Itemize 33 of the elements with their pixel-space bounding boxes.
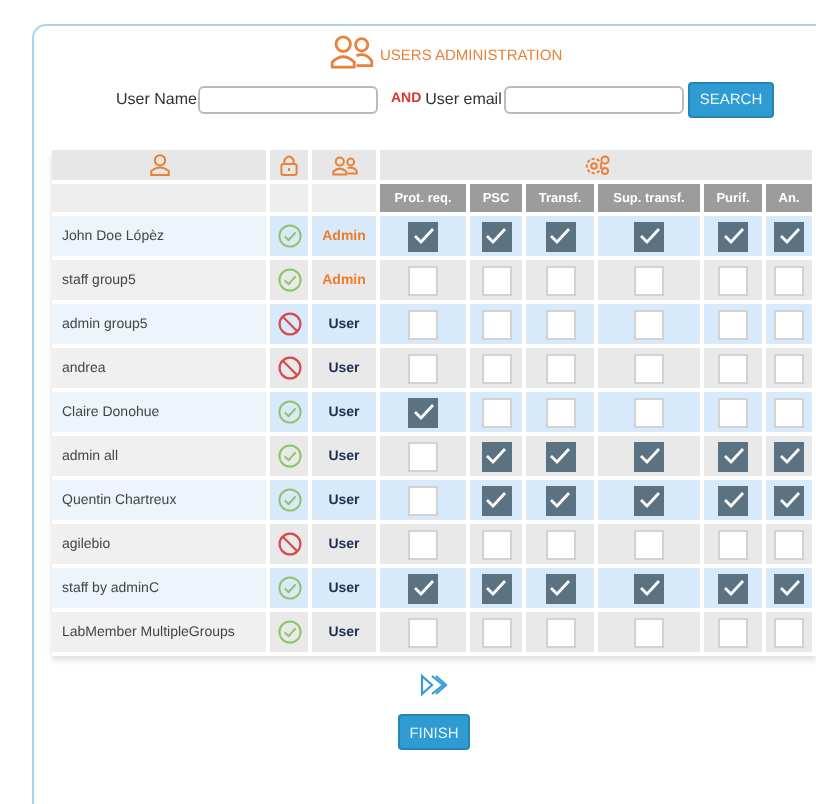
- user-email-field[interactable]: [503, 85, 684, 113]
- checkbox[interactable]: [481, 441, 511, 471]
- gears-icon: [583, 154, 609, 176]
- checkbox[interactable]: [718, 441, 748, 471]
- lock-icon: [280, 154, 298, 176]
- checkbox[interactable]: [774, 485, 804, 515]
- checkbox[interactable]: [634, 573, 664, 603]
- checkbox[interactable]: [718, 573, 748, 603]
- double-arrow-icon: [420, 674, 448, 696]
- checkbox[interactable]: [408, 573, 438, 603]
- checkbox[interactable]: [545, 441, 575, 471]
- checkbox[interactable]: [634, 221, 664, 251]
- checkbox[interactable]: [545, 485, 575, 515]
- checkbox[interactable]: [408, 221, 438, 251]
- users-icon: [330, 34, 374, 70]
- field-label: User email: [425, 90, 502, 108]
- checkbox[interactable]: [774, 221, 804, 251]
- checkbox[interactable]: [634, 485, 664, 515]
- checkbox[interactable]: [634, 441, 664, 471]
- checkbox[interactable]: [718, 485, 748, 515]
- users-icon: [331, 155, 357, 175]
- checkbox[interactable]: [408, 397, 438, 427]
- person-icon: [149, 154, 169, 176]
- user-name-field[interactable]: [198, 85, 379, 113]
- checkbox[interactable]: [545, 573, 575, 603]
- checkbox[interactable]: [774, 441, 804, 471]
- checkbox[interactable]: [718, 221, 748, 251]
- checkbox[interactable]: [774, 573, 804, 603]
- field-label: User Name: [116, 90, 197, 108]
- checkbox[interactable]: [481, 573, 511, 603]
- checkbox[interactable]: [481, 485, 511, 515]
- checkbox[interactable]: [545, 221, 575, 251]
- checkbox[interactable]: [481, 221, 511, 251]
